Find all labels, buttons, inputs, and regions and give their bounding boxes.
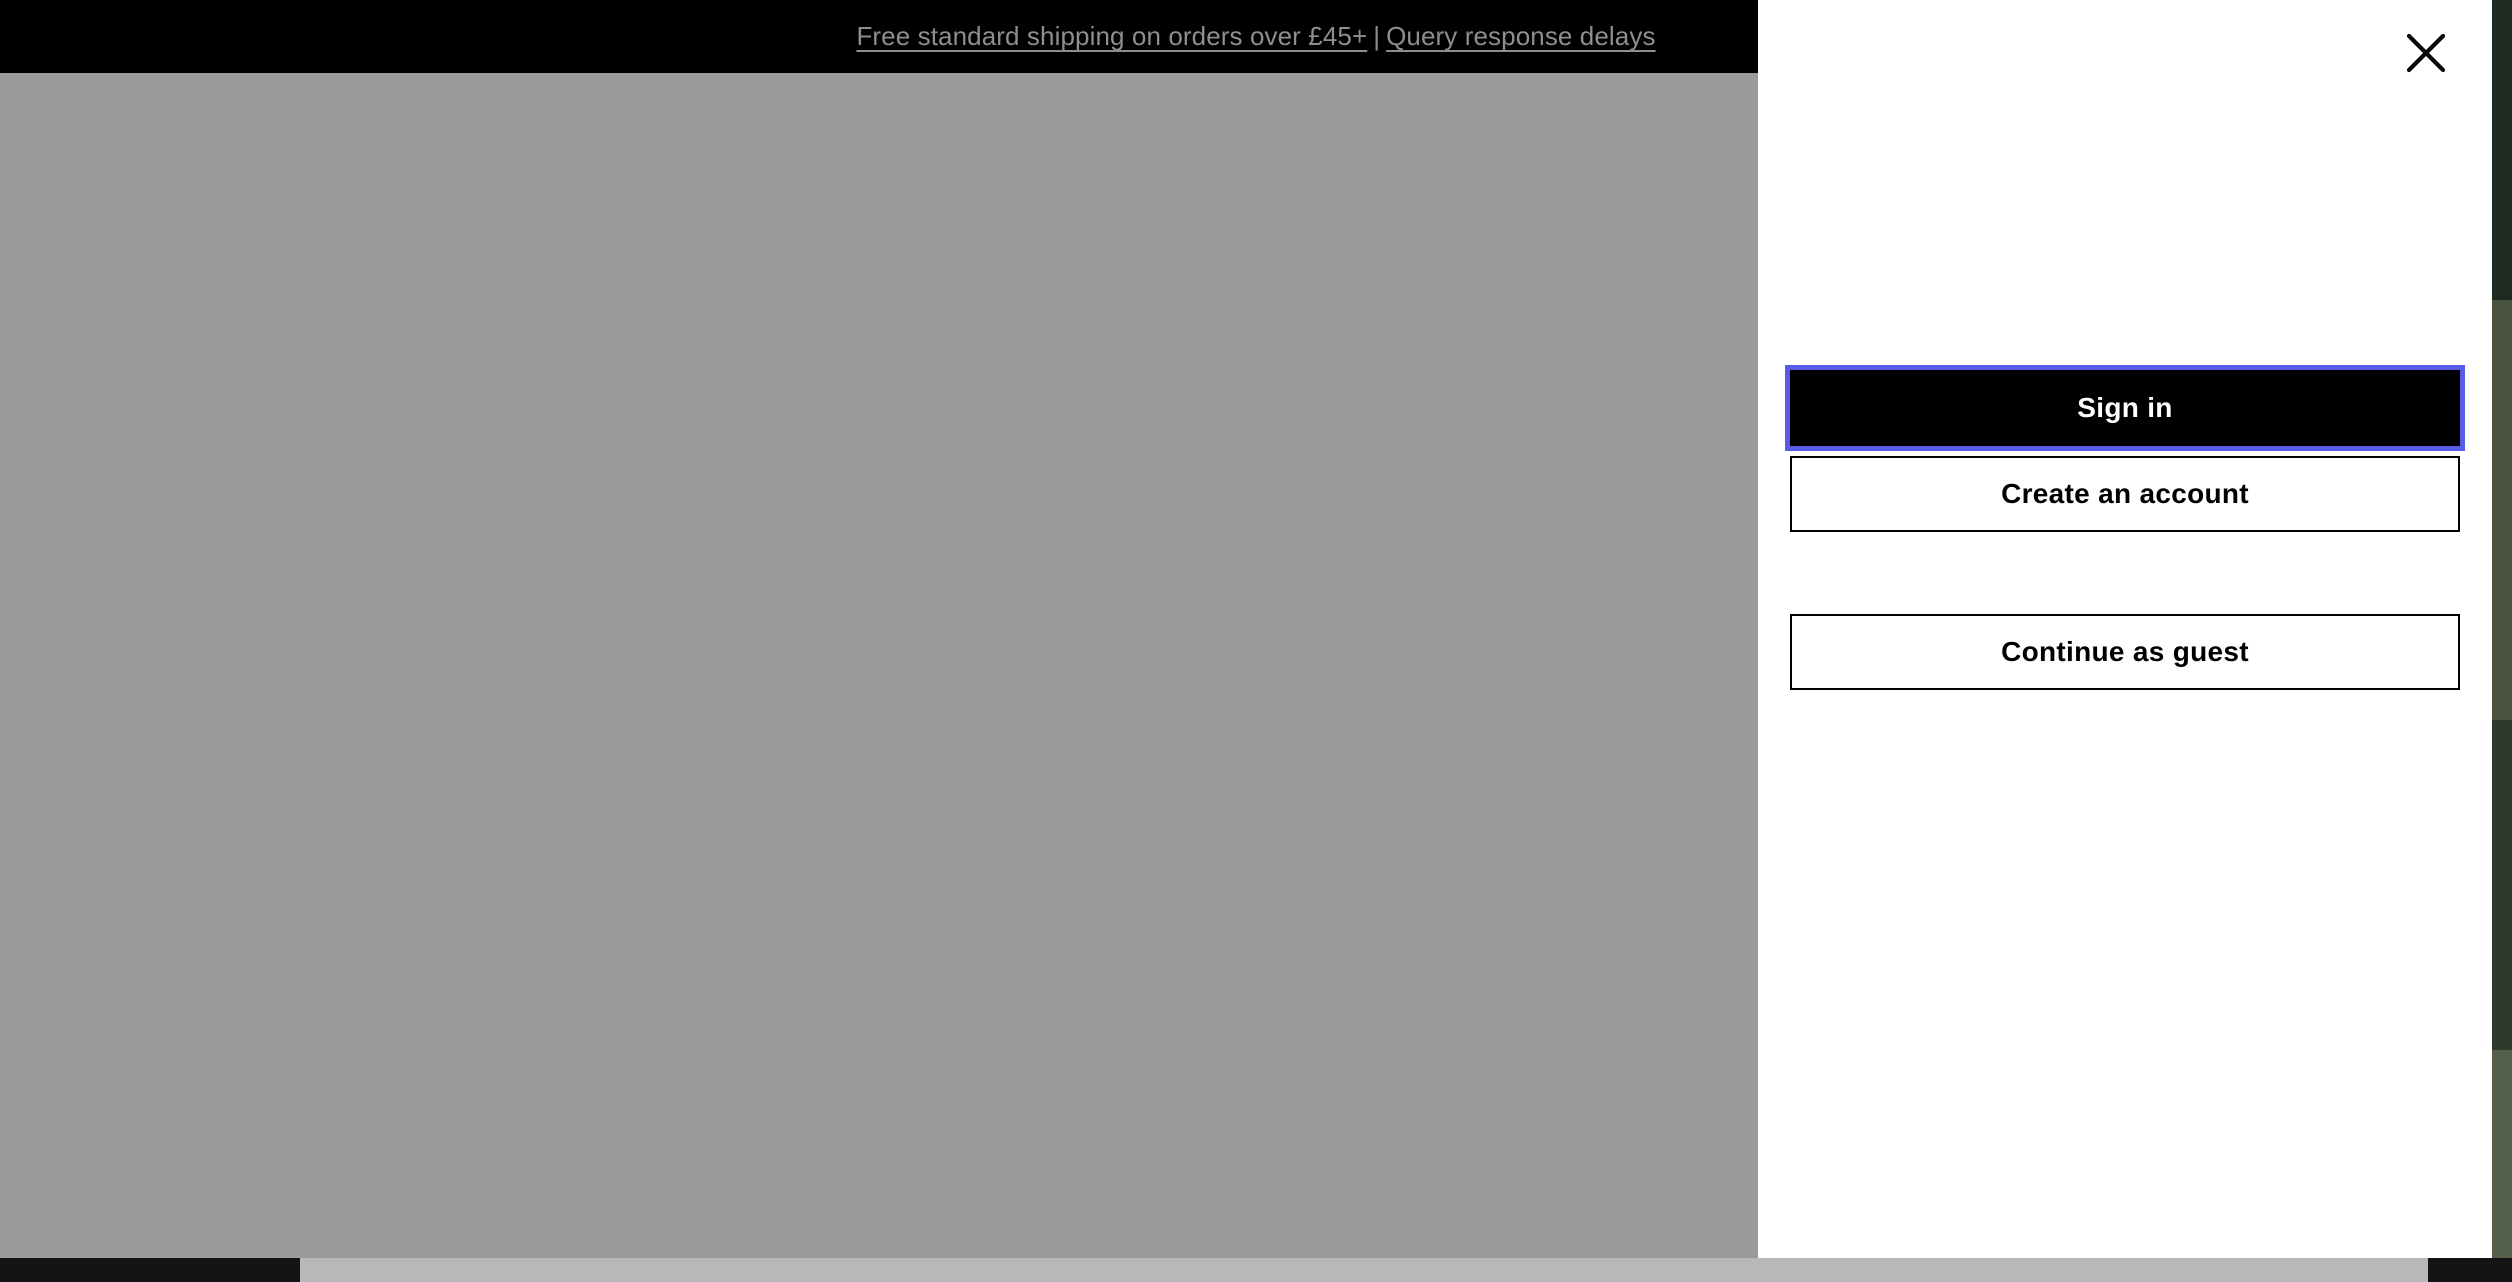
search-icon[interactable] <box>1204 373 1260 429</box>
product-image-main-art <box>266 680 735 1282</box>
create-account-button[interactable]: Create an account <box>1790 456 2460 532</box>
search-underline <box>55 433 1260 435</box>
auth-modal: Sign in Create an account Continue as gu… <box>1758 0 2492 1258</box>
promo-shipping-link[interactable]: Free standard shipping on orders over £4… <box>856 21 1367 52</box>
pill-partial[interactable]: e <box>1563 472 1665 548</box>
lush-logo[interactable]: LUSH <box>55 135 194 202</box>
search-bar[interactable] <box>55 373 1260 429</box>
auth-actions: Sign in Create an account Continue as gu… <box>1785 365 2465 690</box>
thumbnail-image-2 <box>60 855 220 1015</box>
pill-best-used-fresh[interactable]: Best used fresh! 50% off sale <box>55 472 492 548</box>
close-button[interactable] <box>2400 27 2452 79</box>
browser-scrollbar-thumb[interactable] <box>300 1258 2428 1282</box>
pill-scrollbar-thumb[interactable] <box>55 646 700 659</box>
close-icon <box>2406 33 2446 73</box>
sign-in-button[interactable]: Sign in <box>1785 365 2465 451</box>
pill-newsletter-signup[interactable]: Newsletter Sign-Up <box>1226 472 1546 548</box>
gallery-thumbnail-1[interactable] <box>60 683 220 843</box>
category-pill-row[interactable]: Best used fresh! 50% off sale New Produc… <box>55 472 1665 548</box>
promo-query-delays-link[interactable]: Query response delays <box>1386 21 1655 52</box>
sparkle-icon <box>1552 853 1577 873</box>
page-right-edge-sliver <box>2492 0 2512 1258</box>
pill-new-products[interactable]: New Products <box>509 472 764 548</box>
gallery-thumbnail-2[interactable] <box>60 855 220 1015</box>
page-root: LUSH Best used fresh! 50% off sale New P… <box>0 0 2512 1282</box>
continue-as-guest-button[interactable]: Continue as guest <box>1790 614 2460 690</box>
new-badge: NEW <box>1520 835 1695 897</box>
thumbnail-image-1 <box>63 686 217 840</box>
product-image-secondary[interactable] <box>1055 680 1300 1282</box>
new-badge-label: NEW <box>1604 853 1665 878</box>
browser-horizontal-scrollbar[interactable] <box>0 1258 2512 1282</box>
pill-skincare[interactable]: Skincare <box>781 472 973 548</box>
product-image-main[interactable] <box>266 680 735 1282</box>
promo-separator: | <box>1373 21 1381 51</box>
product-subtitle: MASSAGE BAR <box>1520 1096 1734 1126</box>
search-input[interactable] <box>55 373 1190 429</box>
pill-bestsellers[interactable]: Bestsellers <box>990 472 1209 548</box>
product-image-secondary-art <box>1055 680 1300 1282</box>
